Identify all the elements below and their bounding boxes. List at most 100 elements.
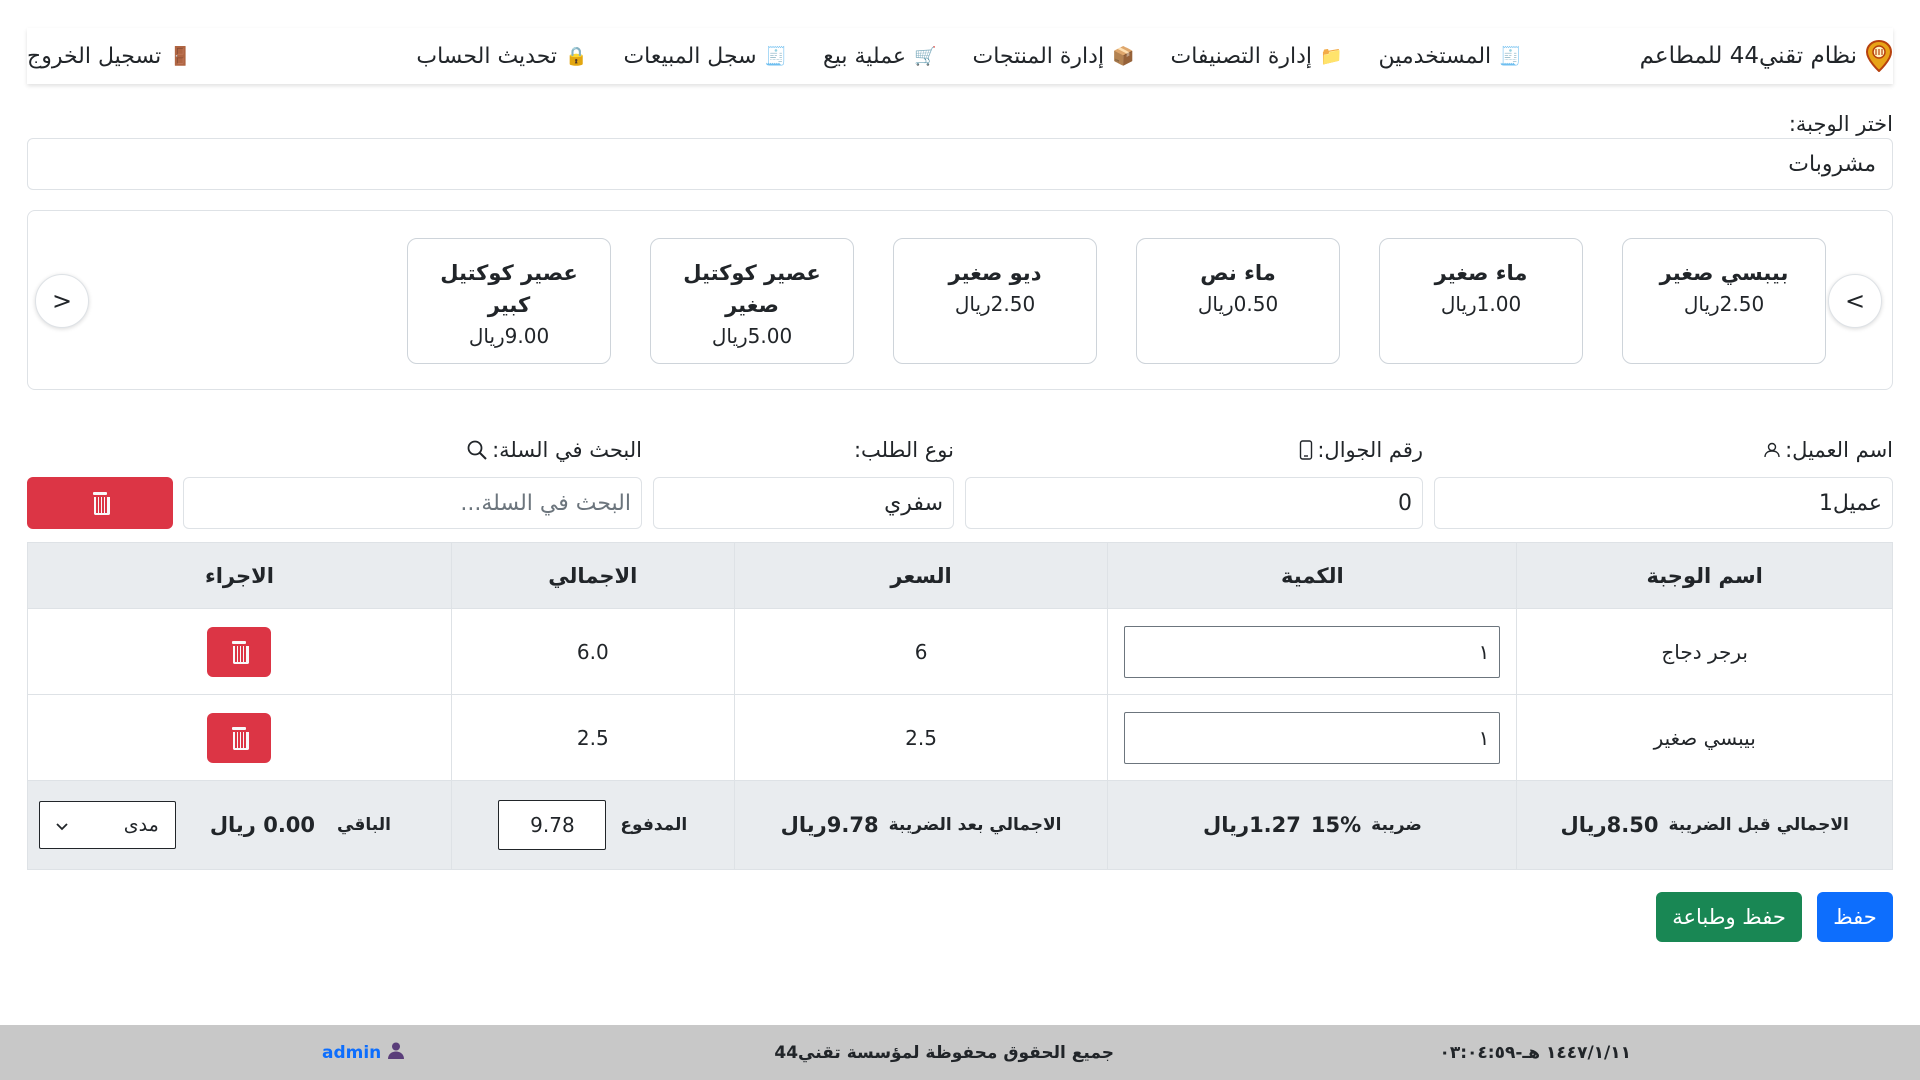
- phone-label: رقم الجوال:: [1299, 438, 1423, 462]
- product-card[interactable]: ديو صغير 2.50ريال: [893, 238, 1097, 364]
- brand-title: نظام تقني44 للمطاعم: [1639, 43, 1857, 69]
- product-price: 0.50ريال: [1197, 292, 1279, 316]
- phone-icon: [1299, 440, 1313, 460]
- customer-name-label-text: اسم العميل:: [1785, 438, 1893, 462]
- logout-link[interactable]: 🚪 تسجيل الخروج: [27, 44, 192, 69]
- page-footer: ١٤٤٧/١/١١ هـ-٠٣:٠٤:٥٩ جميع الحقوق محفوظة…: [0, 1025, 1920, 1080]
- item-price: 6: [733, 608, 1109, 695]
- nav-item-label: تحديث الحساب: [416, 43, 558, 69]
- save-button[interactable]: حفظ: [1817, 892, 1893, 942]
- product-name: ديو صغير: [948, 261, 1042, 285]
- footer-datetime: ١٤٤٧/١/١١ هـ-٠٣:٠٤:٥٩: [1439, 1042, 1632, 1063]
- after-tax-cell: الاجمالي بعد الضريبة 9.78ريال: [733, 780, 1109, 870]
- clear-cart-button[interactable]: [27, 477, 173, 529]
- current-user[interactable]: admin: [322, 1041, 405, 1064]
- before-tax-label: الاجمالي قبل الضريبة: [1668, 815, 1849, 835]
- cart-search-label-text: البحث في السلة:: [492, 438, 642, 462]
- product-name: ماء صغير: [1434, 261, 1528, 285]
- brand[interactable]: نظام تقني44 للمطاعم: [1640, 40, 1893, 72]
- product-price: 2.50ريال: [1683, 292, 1765, 316]
- product-price: 1.00ريال: [1440, 292, 1522, 316]
- carousel-prev-button[interactable]: <: [35, 274, 89, 328]
- product-name: عصير كوكتيل كبير: [440, 261, 578, 317]
- location-pin-icon: [1865, 40, 1893, 72]
- person-icon: [1763, 441, 1781, 459]
- trash-icon: [229, 640, 250, 664]
- cart-table: اسم الوجبة الكمية السعر الاجمالي الاجراء…: [27, 542, 1893, 870]
- trash-icon: [90, 492, 110, 515]
- cart-icon: 🛒: [914, 45, 937, 67]
- chevron-left-icon: <: [51, 287, 73, 315]
- cart-summary-row: الاجمالي قبل الضريبة 8.50ريال ضريبة 15% …: [27, 780, 1893, 870]
- quantity-input[interactable]: ١: [1124, 625, 1501, 678]
- column-header: الكمية: [1107, 542, 1518, 609]
- item-total: 6.0: [450, 608, 735, 695]
- remaining-label: الباقي: [337, 815, 391, 835]
- nav-item-label: سجل المبيعات: [623, 43, 757, 69]
- product-name: ماء نص: [1200, 261, 1276, 285]
- tax-rate: 15%: [1310, 813, 1362, 837]
- logout-label: تسجيل الخروج: [27, 43, 162, 69]
- payment-method-select[interactable]: مدى: [38, 801, 176, 849]
- cart-search-input[interactable]: البحث في السلة...: [183, 477, 642, 529]
- nav-item-users[interactable]: 🧾 المستخدمين: [1378, 44, 1521, 69]
- product-price: 5.00ريال: [711, 324, 793, 348]
- phone-input[interactable]: 0: [965, 477, 1423, 529]
- product-card[interactable]: عصير كوكتيل كبير 9.00ريال: [407, 238, 611, 364]
- item-name: برجر دجاج: [1516, 608, 1893, 695]
- before-tax-value: 8.50ريال: [1560, 813, 1659, 837]
- receipt-icon: 🧾: [1499, 45, 1522, 67]
- door-icon: 🚪: [169, 45, 192, 67]
- paid-input[interactable]: 9.78: [498, 800, 607, 850]
- tax-value: 1.27ريال: [1202, 813, 1301, 837]
- order-type-select[interactable]: سفري: [653, 477, 954, 529]
- lock-icon: 🔒: [565, 45, 588, 67]
- user-name: admin: [322, 1042, 382, 1063]
- receipt-icon: 🧾: [764, 45, 788, 67]
- quantity-cell: ١: [1107, 608, 1518, 695]
- product-card[interactable]: ماء نص 0.50ريال: [1136, 238, 1340, 364]
- nav-links: 🧾 المستخدمين 📁 إدارة التصنيفات 📦 إدارة ا…: [192, 44, 1640, 69]
- nav-item-sale[interactable]: 🛒 عملية بيع: [823, 44, 936, 69]
- nav-item-products[interactable]: 📦 إدارة المنتجات: [972, 44, 1134, 69]
- top-navbar: نظام تقني44 للمطاعم 🧾 المستخدمين 📁 إدارة…: [27, 28, 1893, 84]
- action-cell: [27, 608, 452, 695]
- nav-item-categories[interactable]: 📁 إدارة التصنيفات: [1171, 44, 1343, 69]
- customer-name-value: عميل1: [1818, 490, 1882, 516]
- footer-copyright: جميع الحقوق محفوظة لمؤسسة تقني44: [774, 1042, 1114, 1063]
- column-header: السعر: [733, 542, 1109, 609]
- product-price: 2.50ريال: [954, 292, 1036, 316]
- customer-name-input[interactable]: عميل1: [1434, 477, 1893, 529]
- save-print-button[interactable]: حفظ وطباعة: [1656, 892, 1802, 942]
- product-card[interactable]: عصير كوكتيل صغير 5.00ريال: [650, 238, 854, 364]
- table-row: بيبسي صغير ١ 2.5 2.5: [27, 694, 1893, 781]
- nav-item-update-account[interactable]: 🔒 تحديث الحساب: [416, 44, 587, 69]
- cart-search-label: البحث في السلة:: [466, 438, 642, 462]
- quantity-value: ١: [1478, 725, 1490, 750]
- phone-value: 0: [1398, 490, 1412, 516]
- customer-name-label: اسم العميل:: [1763, 438, 1893, 462]
- meal-select-label: اختر الوجبة:: [1788, 112, 1893, 136]
- paid-value: 9.78: [530, 813, 575, 837]
- box-icon: 📦: [1112, 45, 1135, 67]
- after-tax-label: الاجمالي بعد الضريبة: [888, 815, 1062, 835]
- trash-icon: [229, 726, 250, 750]
- product-card[interactable]: ماء صغير 1.00ريال: [1379, 238, 1583, 364]
- meal-select-value: مشروبات: [1788, 151, 1876, 177]
- folder-icon: 📁: [1320, 45, 1343, 67]
- meal-select[interactable]: مشروبات: [27, 138, 1893, 190]
- carousel-next-button[interactable]: >: [1828, 274, 1882, 328]
- delete-item-button[interactable]: [207, 712, 272, 763]
- product-price: 9.00ريال: [468, 324, 550, 348]
- nav-item-sales-log[interactable]: 🧾 سجل المبيعات: [623, 44, 787, 69]
- nav-item-label: عملية بيع: [823, 43, 907, 69]
- quantity-input[interactable]: ١: [1124, 711, 1501, 764]
- order-type-label: نوع الطلب:: [854, 438, 954, 462]
- column-header: الاجمالي: [450, 542, 735, 609]
- before-tax-cell: الاجمالي قبل الضريبة 8.50ريال: [1516, 780, 1893, 870]
- chevron-down-icon: [56, 814, 68, 836]
- search-icon: [466, 439, 488, 461]
- products-carousel: > بيبسي صغير 2.50ريال ماء صغير 1.00ريال …: [27, 210, 1893, 390]
- product-card[interactable]: بيبسي صغير 2.50ريال: [1622, 238, 1826, 364]
- delete-item-button[interactable]: [207, 626, 272, 677]
